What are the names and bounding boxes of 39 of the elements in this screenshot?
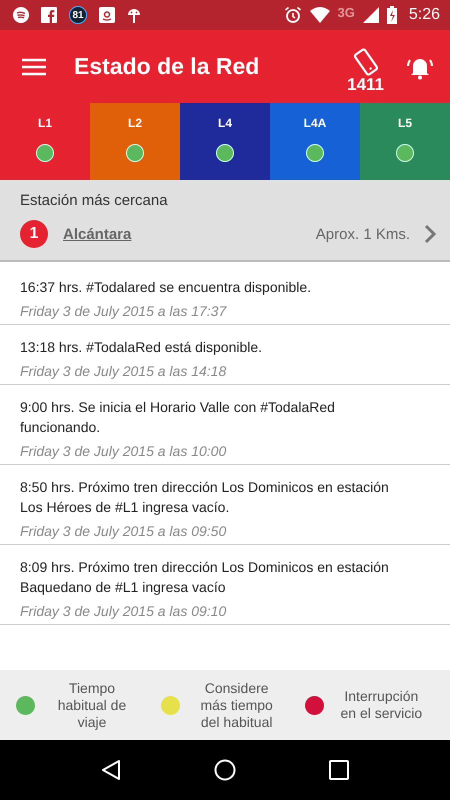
section-heading: Estación más cercana (20, 192, 169, 209)
clock: 5:26 (408, 6, 440, 24)
distance-text: Aprox. 1 Kms. (316, 226, 410, 242)
facebook-icon (41, 7, 57, 23)
network-type: 3G (338, 4, 355, 20)
news-text: 8:09 hrs. Próximo tren dirección Los Dominicos en estación Baquedano de #L1 ingresa vacío (20, 558, 390, 597)
battery-icon (386, 6, 397, 24)
wifi-icon (310, 7, 330, 23)
line-tab[interactable]: L4A (270, 103, 360, 180)
recents-icon[interactable] (328, 760, 349, 780)
legend-label: Tiempo habitual de viaje (56, 680, 128, 730)
news-date: Friday 3 de July 2015 a las 10:00 (20, 443, 228, 459)
legend-label: Considere más tiempo del habitual (199, 680, 274, 730)
news-date: Friday 3 de July 2015 a las 09:50 (20, 523, 228, 539)
notification-badge: 81 (69, 6, 87, 24)
news-text: 9:00 hrs. Se inicia el Horario Valle con #TodalaRed funcionando. (20, 398, 336, 437)
line-tab[interactable]: L2 (90, 103, 180, 180)
music-app-icon (13, 7, 29, 23)
news-date: Friday 3 de July 2015 a las 09:10 (20, 603, 228, 619)
alarm-icon (284, 6, 302, 24)
line-tab[interactable]: L4 (180, 103, 270, 180)
news-date: Friday 3 de July 2015 a las 14:18 (20, 363, 228, 379)
legend-label: Interrupción en el servicio (339, 688, 424, 722)
shopping-app-icon (99, 7, 115, 23)
back-icon[interactable] (101, 759, 122, 781)
screen-title: Estado de la Red (74, 53, 260, 80)
signal-icon (362, 7, 379, 23)
home-icon[interactable] (214, 759, 236, 781)
station-link[interactable]: Alcántara (63, 226, 316, 242)
chevron-right-icon[interactable] (424, 224, 436, 244)
news-text: 8:50 hrs. Próximo tren dirección Los Dominicos en estación Los Héroes de #L1 ingresa vacío. (20, 478, 390, 517)
line-tab[interactable]: L1 (0, 103, 90, 180)
menu-icon[interactable] (22, 58, 46, 76)
news-date: Friday 3 de July 2015 a las 17:37 (20, 303, 228, 319)
line-tab[interactable]: L5 (360, 103, 450, 180)
news-text: 13:18 hrs. #TodalaRed está disponible. (20, 338, 264, 357)
call-button[interactable]: 1411 (347, 48, 384, 93)
news-text: 16:37 hrs. #Todalared se encuentra disponible. (20, 278, 312, 297)
line-number-badge: 1 (20, 220, 48, 248)
